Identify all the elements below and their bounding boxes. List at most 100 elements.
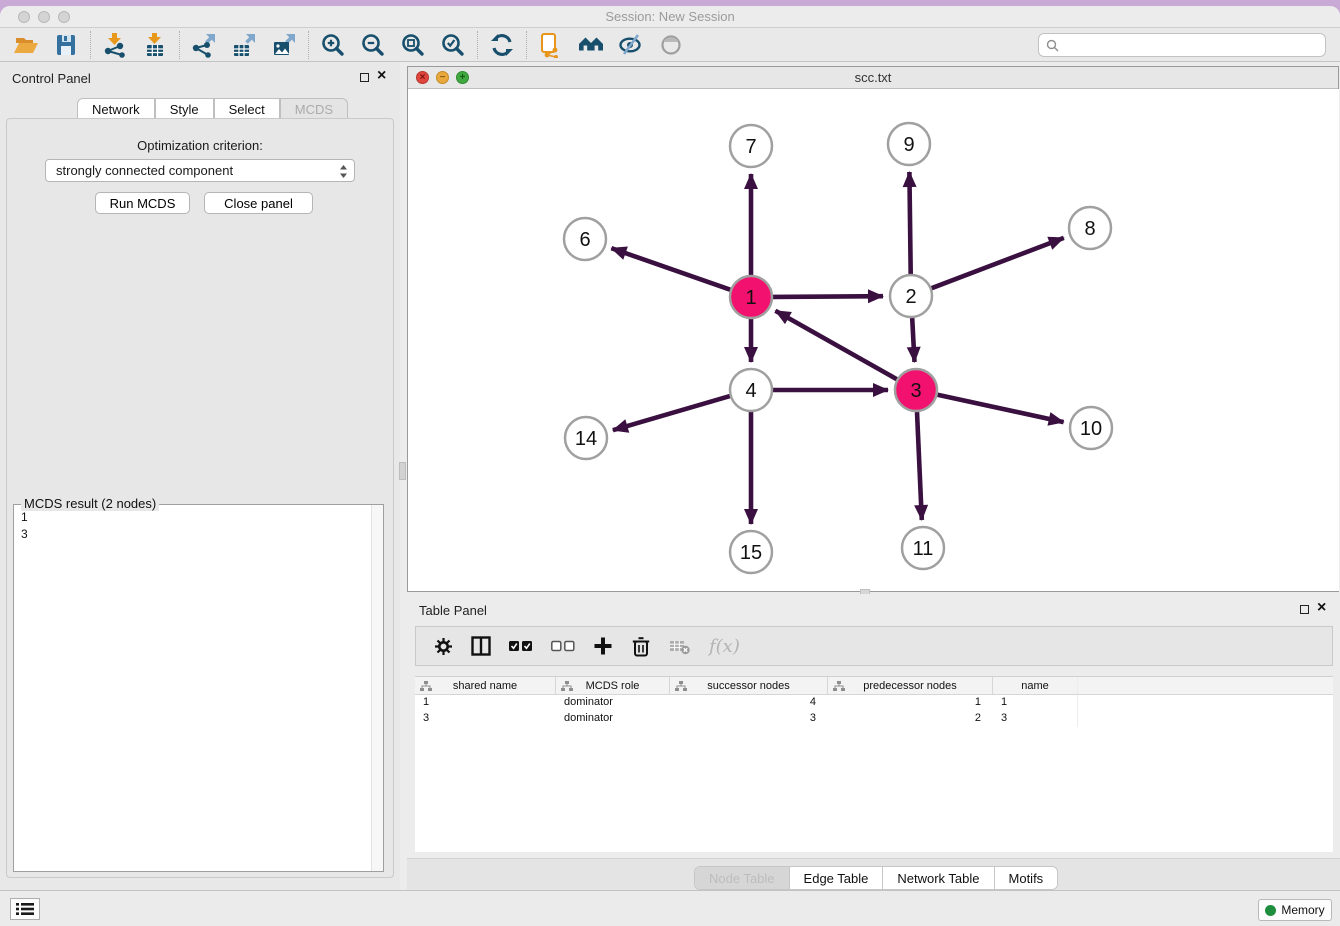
table-panel-title: Table Panel xyxy=(419,603,487,618)
node-label-11: 11 xyxy=(913,538,934,560)
column-header-mcds-role[interactable]: MCDS role xyxy=(556,677,670,694)
first-neighbors-button[interactable] xyxy=(531,30,571,60)
zoom-fit-icon xyxy=(400,32,426,58)
column-header-name[interactable]: name xyxy=(993,677,1078,694)
edge-2-9[interactable] xyxy=(909,172,910,274)
zoom-out-button[interactable] xyxy=(353,30,393,60)
edge-4-14[interactable] xyxy=(613,396,730,430)
import-network-button[interactable] xyxy=(95,30,135,60)
select-stepper-icon xyxy=(339,164,348,182)
tab-node-table[interactable]: Node Table xyxy=(695,867,790,889)
export-network-button[interactable] xyxy=(184,30,224,60)
edge-3-1[interactable] xyxy=(775,311,896,380)
network-view-window: × − + scc.txt 1234678910111415 xyxy=(407,66,1339,592)
edge-2-3[interactable] xyxy=(912,318,914,362)
edge-3-10[interactable] xyxy=(938,395,1064,422)
network-window-title: scc.txt xyxy=(408,70,1338,85)
tab-motifs[interactable]: Motifs xyxy=(995,867,1058,889)
control-panel: Control Panel × Network Style Select MCD… xyxy=(0,62,400,890)
toolbar-separator xyxy=(308,31,309,59)
result-scrollbar[interactable] xyxy=(371,505,383,871)
open-session-button[interactable] xyxy=(6,30,46,60)
network-canvas[interactable]: 1234678910111415 xyxy=(409,89,1339,591)
tab-style[interactable]: Style xyxy=(155,98,214,119)
toolbar-separator xyxy=(526,31,527,59)
select-all-button[interactable] xyxy=(509,640,533,652)
unchecked-boxes-icon xyxy=(551,640,575,652)
memory-button[interactable]: Memory xyxy=(1258,899,1332,921)
node-label-1: 1 xyxy=(745,287,756,309)
show-columns-button[interactable] xyxy=(471,636,491,656)
main-toolbar xyxy=(0,28,1340,62)
edge-1-2[interactable] xyxy=(773,296,883,297)
zoom-fit-button[interactable] xyxy=(393,30,433,60)
column-header-predecessor-nodes[interactable]: predecessor nodes xyxy=(828,677,993,694)
apply-layout-button[interactable] xyxy=(482,30,522,60)
show-hidden-button[interactable] xyxy=(651,30,691,60)
status-bar: Memory xyxy=(0,890,1340,926)
result-line: 3 xyxy=(21,526,383,543)
checked-boxes-icon xyxy=(509,640,533,652)
tab-network-table[interactable]: Network Table xyxy=(883,867,994,889)
close-panel-button[interactable]: Close panel xyxy=(204,192,313,214)
network-window-titlebar: × − + scc.txt xyxy=(408,67,1338,89)
control-panel-tabs: Network Style Select MCDS xyxy=(77,98,348,119)
node-label-15: 15 xyxy=(740,542,762,564)
edge-2-8[interactable] xyxy=(932,238,1064,288)
float-panel-icon[interactable] xyxy=(360,73,369,82)
zoom-selected-button[interactable] xyxy=(433,30,473,60)
task-history-button[interactable] xyxy=(10,898,40,920)
tab-network[interactable]: Network xyxy=(77,98,155,119)
list-icon xyxy=(16,902,34,916)
mcds-result-group: MCDS result (2 nodes) 1 3 xyxy=(13,496,384,872)
export-image-icon xyxy=(271,32,297,58)
mcds-result-area[interactable]: 1 3 xyxy=(14,505,383,871)
control-panel-title: Control Panel xyxy=(12,71,91,86)
import-network-icon xyxy=(102,32,128,58)
close-panel-icon[interactable]: × xyxy=(377,66,386,86)
delete-table-button[interactable] xyxy=(669,637,691,655)
criterion-select[interactable]: strongly connected component xyxy=(45,159,355,182)
add-row-button[interactable] xyxy=(593,636,613,656)
table-row[interactable]: 1 dominator 4 1 1 xyxy=(415,695,1333,711)
zoom-in-button[interactable] xyxy=(313,30,353,60)
cell-successor-nodes: 3 xyxy=(670,711,828,727)
houses-icon xyxy=(578,32,604,58)
edge-1-6[interactable] xyxy=(611,248,730,290)
tab-edge-table[interactable]: Edge Table xyxy=(790,867,884,889)
run-mcds-button[interactable]: Run MCDS xyxy=(95,192,190,214)
cell-mcds-role: dominator xyxy=(556,711,670,727)
save-session-button[interactable] xyxy=(46,30,86,60)
deselect-all-button[interactable] xyxy=(551,640,575,652)
function-builder-button[interactable]: f(x) xyxy=(709,636,740,657)
main-titlebar: Session: New Session xyxy=(0,6,1340,28)
table-panel-header: Table Panel × xyxy=(407,594,1340,626)
float-table-panel-icon[interactable] xyxy=(1300,605,1309,614)
open-folder-icon xyxy=(13,32,39,58)
mcds-panel: Optimization criterion: strongly connect… xyxy=(6,118,394,878)
search-input[interactable] xyxy=(1063,35,1321,55)
column-header-successor-nodes[interactable]: successor nodes xyxy=(670,677,828,694)
table-row[interactable]: 3 dominator 3 2 3 xyxy=(415,711,1333,727)
table-settings-button[interactable] xyxy=(434,637,453,656)
export-table-button[interactable] xyxy=(224,30,264,60)
close-table-panel-icon[interactable]: × xyxy=(1317,598,1326,618)
tab-select[interactable]: Select xyxy=(214,98,280,119)
toolbar-separator xyxy=(477,31,478,59)
hide-selected-button[interactable] xyxy=(611,30,651,60)
delete-row-button[interactable] xyxy=(631,636,651,657)
show-all-button[interactable] xyxy=(571,30,611,60)
export-table-icon xyxy=(231,32,257,58)
column-header-shared-name[interactable]: shared name xyxy=(415,677,556,694)
import-table-button[interactable] xyxy=(135,30,175,60)
tab-mcds[interactable]: MCDS xyxy=(280,98,348,119)
window-title: Session: New Session xyxy=(0,9,1340,24)
eye-icon xyxy=(658,32,684,58)
trash-icon xyxy=(631,636,651,657)
table-toolbar: f(x) xyxy=(415,626,1333,666)
edge-3-11[interactable] xyxy=(917,412,922,520)
export-image-button[interactable] xyxy=(264,30,304,60)
vertical-splitter-handle[interactable] xyxy=(399,462,406,480)
import-table-icon xyxy=(142,32,168,58)
criterion-value: strongly connected component xyxy=(56,163,233,178)
